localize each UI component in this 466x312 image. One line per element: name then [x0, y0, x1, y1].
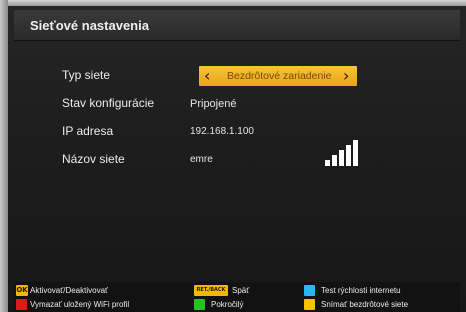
footer-label-delete-profile: Vymazať uložený WiFi profil [30, 300, 130, 309]
red-key-icon [16, 299, 27, 310]
title-bar: Sieťové nastavenia [14, 10, 460, 41]
footer-item-scan[interactable]: Snímať bezdrôtové siete [304, 299, 454, 311]
footer-label-advanced: Pokročilý [211, 300, 244, 309]
footer-item-delete-profile[interactable]: Vymazať uložený WiFi profil [16, 299, 186, 311]
footer-label-scan: Snímať bezdrôtové siete [321, 300, 409, 309]
footer-label-back: Späť [232, 286, 250, 295]
footer-item-activate[interactable]: OK Aktivovať/Deaktivovať [16, 285, 186, 297]
config-state-label: Stav konfigurácie [62, 96, 155, 110]
network-name-value: emre [190, 154, 213, 165]
blue-key-icon [304, 285, 315, 296]
footer-item-advanced[interactable]: Pokročilý [194, 299, 304, 311]
chevron-left-icon[interactable]: ‹ [204, 66, 210, 86]
ok-key-icon: OK [16, 285, 28, 296]
green-key-icon [194, 299, 205, 310]
network-type-label: Typ siete [62, 68, 111, 82]
footer-item-back[interactable]: RET./BACK Späť [194, 285, 304, 297]
yellow-key-icon [304, 299, 315, 310]
network-type-selector[interactable]: ‹ Bezdrôtové zariadenie › [199, 66, 357, 86]
network-type-value: Bezdrôtové zariadenie [227, 70, 332, 82]
footer-label-activate: Aktivovať/Deaktivovať [30, 286, 109, 295]
ip-address-label: IP adresa [62, 124, 114, 138]
network-name-label: Názov siete [62, 152, 125, 166]
page-title: Sieťové nastavenia [30, 18, 149, 33]
config-state-value: Pripojené [190, 98, 237, 110]
tv-bezel-left [0, 0, 8, 312]
tv-bezel-top [0, 0, 466, 6]
back-key-icon: RET./BACK [194, 285, 228, 296]
tv-screen: Sieťové nastavenia Typ siete ‹ Bezdrôtov… [0, 0, 466, 312]
ip-address-value: 192.168.1.100 [190, 126, 254, 137]
key-legend-footer: OK Aktivovať/Deaktivovať RET./BACK Späť … [14, 282, 460, 312]
footer-item-speed-test[interactable]: Test rýchlosti internetu [304, 285, 454, 297]
footer-label-speed-test: Test rýchlosti internetu [321, 286, 401, 295]
chevron-right-icon[interactable]: › [343, 66, 349, 86]
wifi-signal-strength-icon [325, 140, 361, 166]
